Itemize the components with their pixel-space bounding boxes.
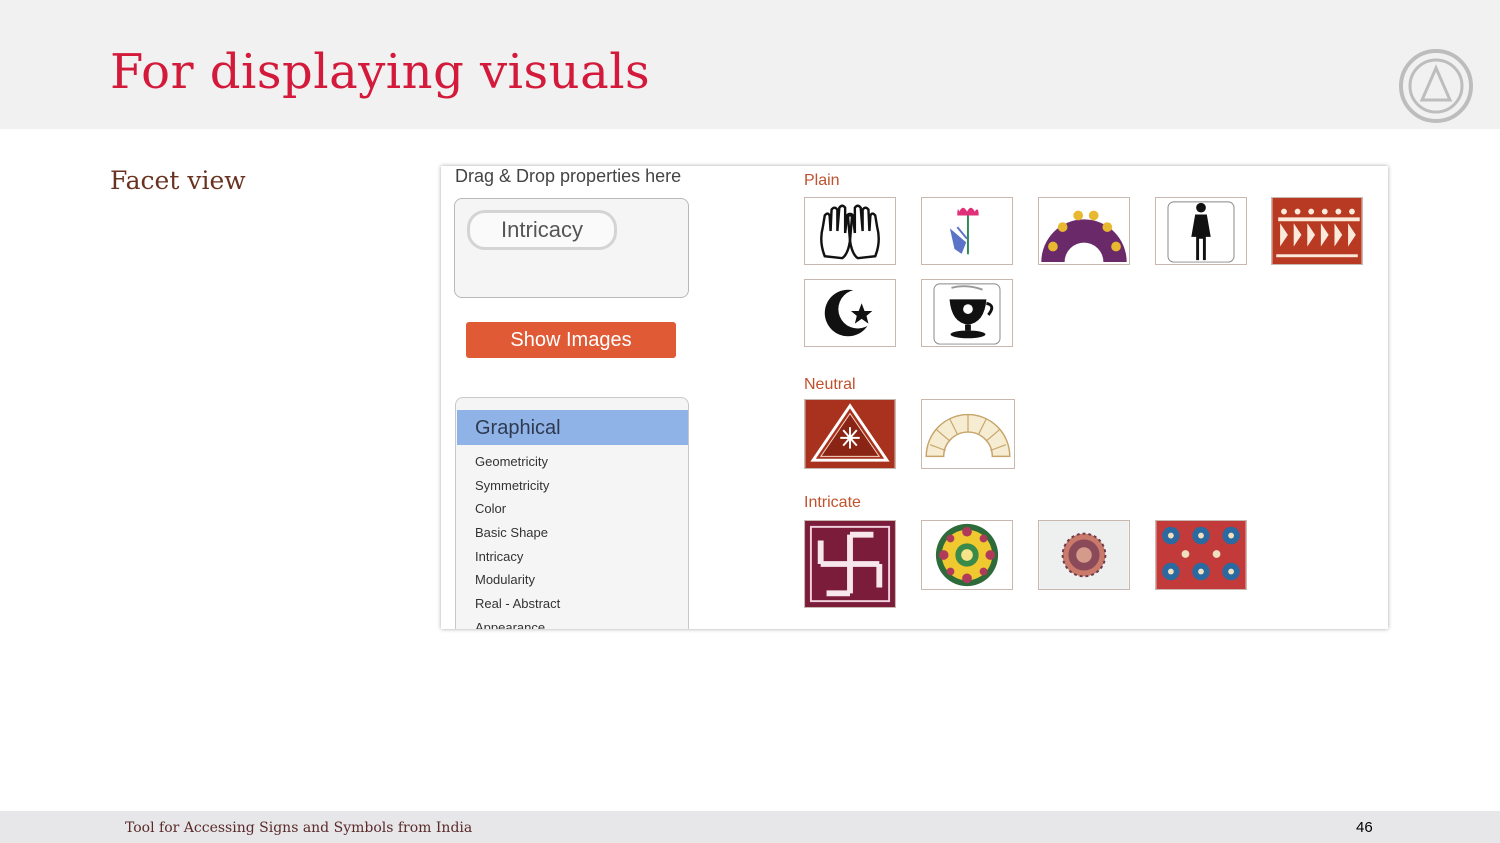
fan-arch-icon[interactable] [921, 399, 1015, 469]
show-images-button[interactable]: Show Images [466, 322, 676, 358]
open-palms-icon[interactable] [804, 197, 896, 265]
facet-list[interactable]: Graphical Geometricity Symmetricity Colo… [455, 397, 689, 629]
triangle-rangoli-icon[interactable] [804, 399, 896, 469]
facet-item[interactable]: Symmetricity [475, 477, 560, 501]
arch-motif-icon[interactable] [1038, 197, 1130, 265]
swastika-icon[interactable] [804, 520, 896, 608]
facet-item[interactable]: Real - Abstract [475, 595, 560, 619]
intricate-label: Intricate [804, 494, 861, 511]
footer-text: Tool for Accessing Signs and Symbols fro… [125, 820, 473, 836]
crescent-star-icon[interactable] [804, 279, 896, 347]
facet-view-panel: Drag & Drop properties here Intricacy Sh… [441, 166, 1388, 629]
tile-pattern-icon[interactable] [1155, 520, 1247, 590]
plain-label: Plain [804, 172, 840, 189]
facet-item[interactable]: Modularity [475, 571, 560, 595]
property-dropzone[interactable]: Intricacy [454, 198, 689, 298]
facet-item[interactable]: Geometricity [475, 453, 560, 477]
page-number: 46 [1356, 819, 1373, 836]
warli-dancers-icon[interactable] [1271, 197, 1363, 265]
embroidery-medallion-icon[interactable] [1038, 520, 1130, 590]
facet-item[interactable]: Appearance [475, 619, 560, 629]
lotus-hand-icon[interactable] [921, 197, 1013, 265]
facet-group-header[interactable]: Graphical [457, 410, 688, 445]
facet-item[interactable]: Intricacy [475, 548, 560, 572]
mandala-icon[interactable] [921, 520, 1013, 590]
facet-item[interactable]: Color [475, 500, 560, 524]
drag-drop-label: Drag & Drop properties here [455, 166, 682, 186]
teacup-icon[interactable] [921, 279, 1013, 347]
facet-items: Geometricity Symmetricity Color Basic Sh… [475, 453, 560, 629]
slide-subtitle: Facet view [110, 166, 246, 195]
woman-figure-icon[interactable] [1155, 197, 1247, 265]
facet-item[interactable]: Basic Shape [475, 524, 560, 548]
slide-title: For displaying visuals [110, 44, 651, 100]
neutral-label: Neutral [804, 376, 856, 393]
selected-property-chip[interactable]: Intricacy [467, 210, 617, 250]
logo-icon [1398, 48, 1474, 124]
